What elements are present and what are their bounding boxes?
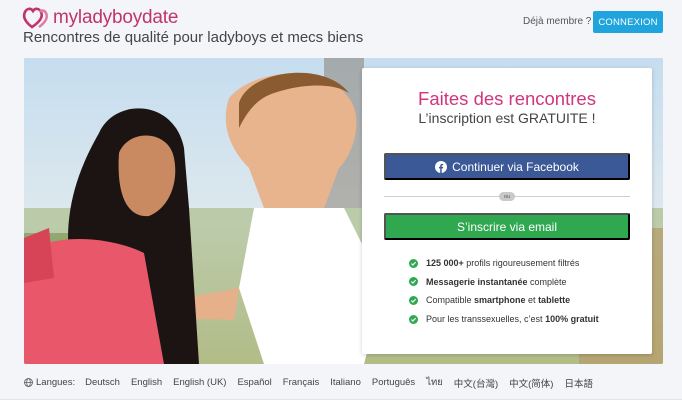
- lang-link-japanese[interactable]: 日本語: [564, 376, 593, 390]
- check-circle-icon: [409, 258, 418, 268]
- card-title: Faites des rencontres: [418, 88, 596, 109]
- check-circle-icon: [409, 295, 418, 305]
- facebook-icon: [435, 160, 448, 173]
- double-heart-logo-icon: [22, 7, 49, 29]
- feature-item: Compatible smartphone et tablette: [409, 291, 599, 310]
- lang-link-english[interactable]: English: [131, 377, 162, 388]
- card-subtitle: L’inscription est GRATUITE !: [418, 110, 596, 126]
- feature-item: Pour les transsexuelles, c’est 100% grat…: [409, 310, 599, 329]
- facebook-signup-button[interactable]: Continuer via Facebook: [384, 153, 630, 180]
- language-selector: Langues: Deutsch English English (UK) Es…: [24, 375, 604, 390]
- feature-item: 125 000+ profils rigoureusement filtrés: [409, 254, 599, 273]
- lang-link-chinese-tw[interactable]: 中文(台灣): [454, 376, 498, 390]
- lang-link-espanol[interactable]: Español: [237, 377, 271, 388]
- logo[interactable]: myladyboydate: [22, 7, 178, 29]
- bottom-bar: [0, 399, 682, 407]
- lang-link-deutsch[interactable]: Deutsch: [85, 377, 120, 388]
- header: myladyboydate Rencontres de qualité pour…: [0, 0, 682, 58]
- globe-icon: [24, 378, 33, 387]
- lang-link-italiano[interactable]: Italiano: [330, 377, 361, 388]
- lang-link-portugues[interactable]: Português: [372, 377, 415, 388]
- already-member-text: Déjà membre ?: [523, 16, 592, 27]
- feature-item: Messagerie instantanée complète: [409, 273, 599, 292]
- or-badge: ou: [499, 192, 515, 201]
- lang-link-francais[interactable]: Français: [283, 377, 319, 388]
- lang-link-thai[interactable]: ไทย: [426, 375, 443, 390]
- languages-label: Langues:: [36, 377, 76, 388]
- lang-link-english-uk[interactable]: English (UK): [173, 377, 226, 388]
- login-button[interactable]: CONNEXION: [593, 11, 663, 33]
- feature-list: 125 000+ profils rigoureusement filtrés …: [409, 254, 599, 328]
- email-signup-button[interactable]: S’inscrire via email: [384, 213, 630, 240]
- facebook-button-label: Continuer via Facebook: [452, 159, 579, 174]
- signup-card: Faites des rencontres L’inscription est …: [362, 68, 652, 354]
- check-circle-icon: [409, 277, 418, 287]
- check-circle-icon: [409, 314, 418, 324]
- lang-link-chinese-cn[interactable]: 中文(简体): [509, 376, 553, 390]
- brand-name: myladyboydate: [53, 7, 179, 28]
- tagline: Rencontres de qualité pour ladyboys et m…: [23, 29, 364, 46]
